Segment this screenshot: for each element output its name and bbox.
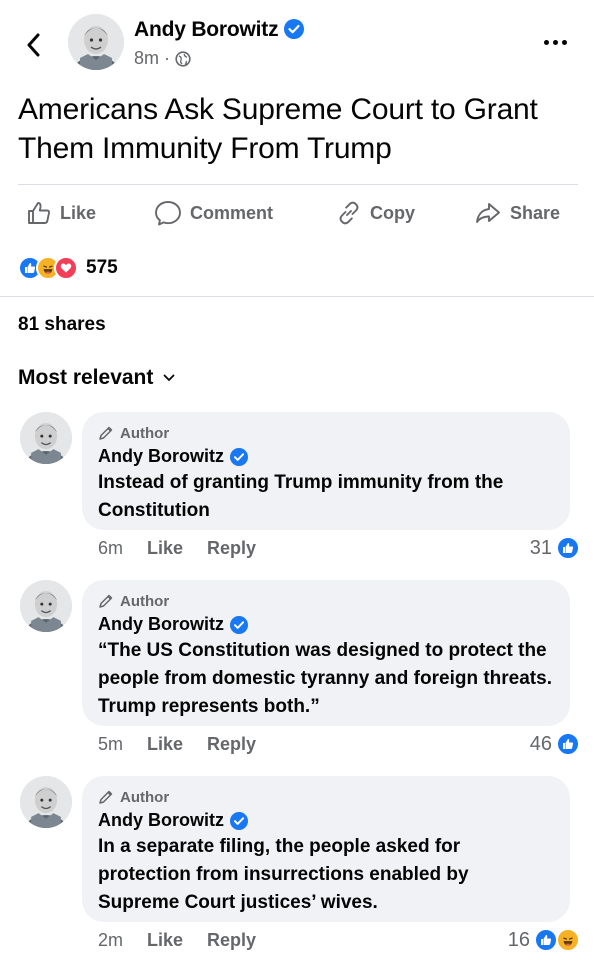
more-dot-icon — [561, 39, 567, 45]
thumbs-up-icon — [28, 202, 51, 224]
comment-reactions[interactable]: 31 — [530, 536, 580, 560]
comment-reactions[interactable]: 16 — [508, 928, 580, 952]
author-badge: Author — [98, 788, 554, 806]
reaction-count[interactable]: 575 — [86, 257, 118, 279]
commenter-avatar[interactable] — [20, 580, 72, 632]
share-count[interactable]: 81 shares — [18, 314, 106, 336]
reaction-summary[interactable]: 575 — [18, 256, 118, 280]
comment-reaction-count: 46 — [529, 732, 552, 755]
comment-text: “The US Constitution was designed to pro… — [98, 640, 552, 717]
author-badge-label: Author — [120, 788, 170, 806]
verified-badge-icon — [230, 615, 248, 634]
link-icon — [339, 201, 359, 225]
comment-meta: 6m Like Reply — [98, 538, 256, 559]
comment-reactions[interactable]: 46 — [530, 732, 580, 756]
back-button[interactable] — [22, 30, 44, 60]
comment-time[interactable]: 6m — [98, 538, 123, 559]
globe-icon — [175, 50, 191, 67]
comment-like-button[interactable]: Like — [147, 930, 183, 951]
more-dot-icon — [543, 39, 549, 45]
commenter-avatar[interactable] — [20, 776, 72, 828]
meta-separator: · — [164, 48, 171, 68]
commenter-avatar[interactable] — [20, 412, 72, 464]
like-icon — [534, 928, 558, 952]
comment-time[interactable]: 5m — [98, 734, 123, 755]
comment-reaction-count: 31 — [529, 536, 552, 559]
comment-author-name[interactable]: Andy Borowitz — [98, 446, 224, 467]
comment-like-button[interactable]: Like — [147, 538, 183, 559]
like-label: Like — [60, 202, 97, 223]
comment-reply-button[interactable]: Reply — [207, 930, 256, 951]
comment-bubble-icon — [155, 201, 181, 226]
post-time[interactable]: 8m — [134, 48, 159, 69]
divider — [0, 296, 594, 297]
author-badge-label: Author — [120, 424, 170, 442]
pencil-icon — [99, 790, 113, 804]
comment-button[interactable]: Comment — [154, 200, 273, 226]
copy-label: Copy — [370, 202, 415, 223]
pencil-icon — [99, 426, 113, 440]
verified-badge-icon — [284, 19, 305, 39]
comment-author[interactable]: Andy Borowitz — [98, 446, 554, 467]
post-meta: 8m · — [134, 48, 191, 69]
comment-author-name[interactable]: Andy Borowitz — [98, 810, 224, 831]
comment-label: Comment — [190, 202, 274, 223]
comment-author[interactable]: Andy Borowitz — [98, 810, 554, 831]
comment-reply-button[interactable]: Reply — [207, 538, 256, 559]
comment-bubble: Author Andy Borowitz “The US Constitutio… — [82, 580, 570, 726]
verified-badge-icon — [230, 447, 248, 466]
like-button[interactable]: Like — [26, 200, 96, 226]
share-arrow-icon — [476, 203, 500, 223]
author-badge: Author — [98, 592, 554, 610]
more-options-button[interactable] — [540, 34, 570, 50]
share-button[interactable]: Share — [474, 200, 560, 226]
pencil-icon — [99, 594, 113, 608]
chevron-left-icon — [27, 33, 40, 57]
like-icon — [556, 536, 580, 560]
comment-sort-dropdown[interactable]: Most relevant — [18, 366, 175, 390]
comment-author[interactable]: Andy Borowitz — [98, 614, 554, 635]
author-badge-label: Author — [120, 592, 170, 610]
haha-icon — [556, 928, 580, 952]
post-header: Andy Borowitz 8m · — [0, 0, 594, 86]
more-dot-icon — [552, 39, 558, 45]
comment-bubble: Author Andy Borowitz In a separate filin… — [82, 776, 570, 922]
comment-like-button[interactable]: Like — [147, 734, 183, 755]
sort-label: Most relevant — [18, 366, 154, 389]
author-name-text[interactable]: Andy Borowitz — [134, 18, 279, 41]
comment-bubble: Author Andy Borowitz Instead of granting… — [82, 412, 570, 530]
comment-time[interactable]: 2m — [98, 930, 123, 951]
comment-text: Instead of granting Trump immunity from … — [98, 472, 504, 521]
author-avatar[interactable] — [68, 14, 124, 70]
comment-author-name[interactable]: Andy Borowitz — [98, 614, 224, 635]
author-name[interactable]: Andy Borowitz — [134, 18, 305, 42]
post-action-bar: Like Comment Copy Share — [0, 186, 594, 240]
love-icon — [54, 256, 78, 280]
like-icon — [556, 732, 580, 756]
comment-meta: 2m Like Reply — [98, 930, 256, 951]
divider — [18, 184, 578, 185]
copy-button[interactable]: Copy — [336, 200, 415, 226]
comment-reply-button[interactable]: Reply — [207, 734, 256, 755]
verified-badge-icon — [230, 811, 248, 830]
chevron-down-icon — [163, 374, 175, 381]
author-badge: Author — [98, 424, 554, 442]
comment-meta: 5m Like Reply — [98, 734, 256, 755]
comment-text: In a separate filing, the people asked f… — [98, 836, 469, 913]
post-title: Americans Ask Supreme Court to Grant The… — [18, 93, 538, 165]
comment-reaction-count: 16 — [507, 928, 530, 951]
share-label: Share — [510, 202, 561, 223]
